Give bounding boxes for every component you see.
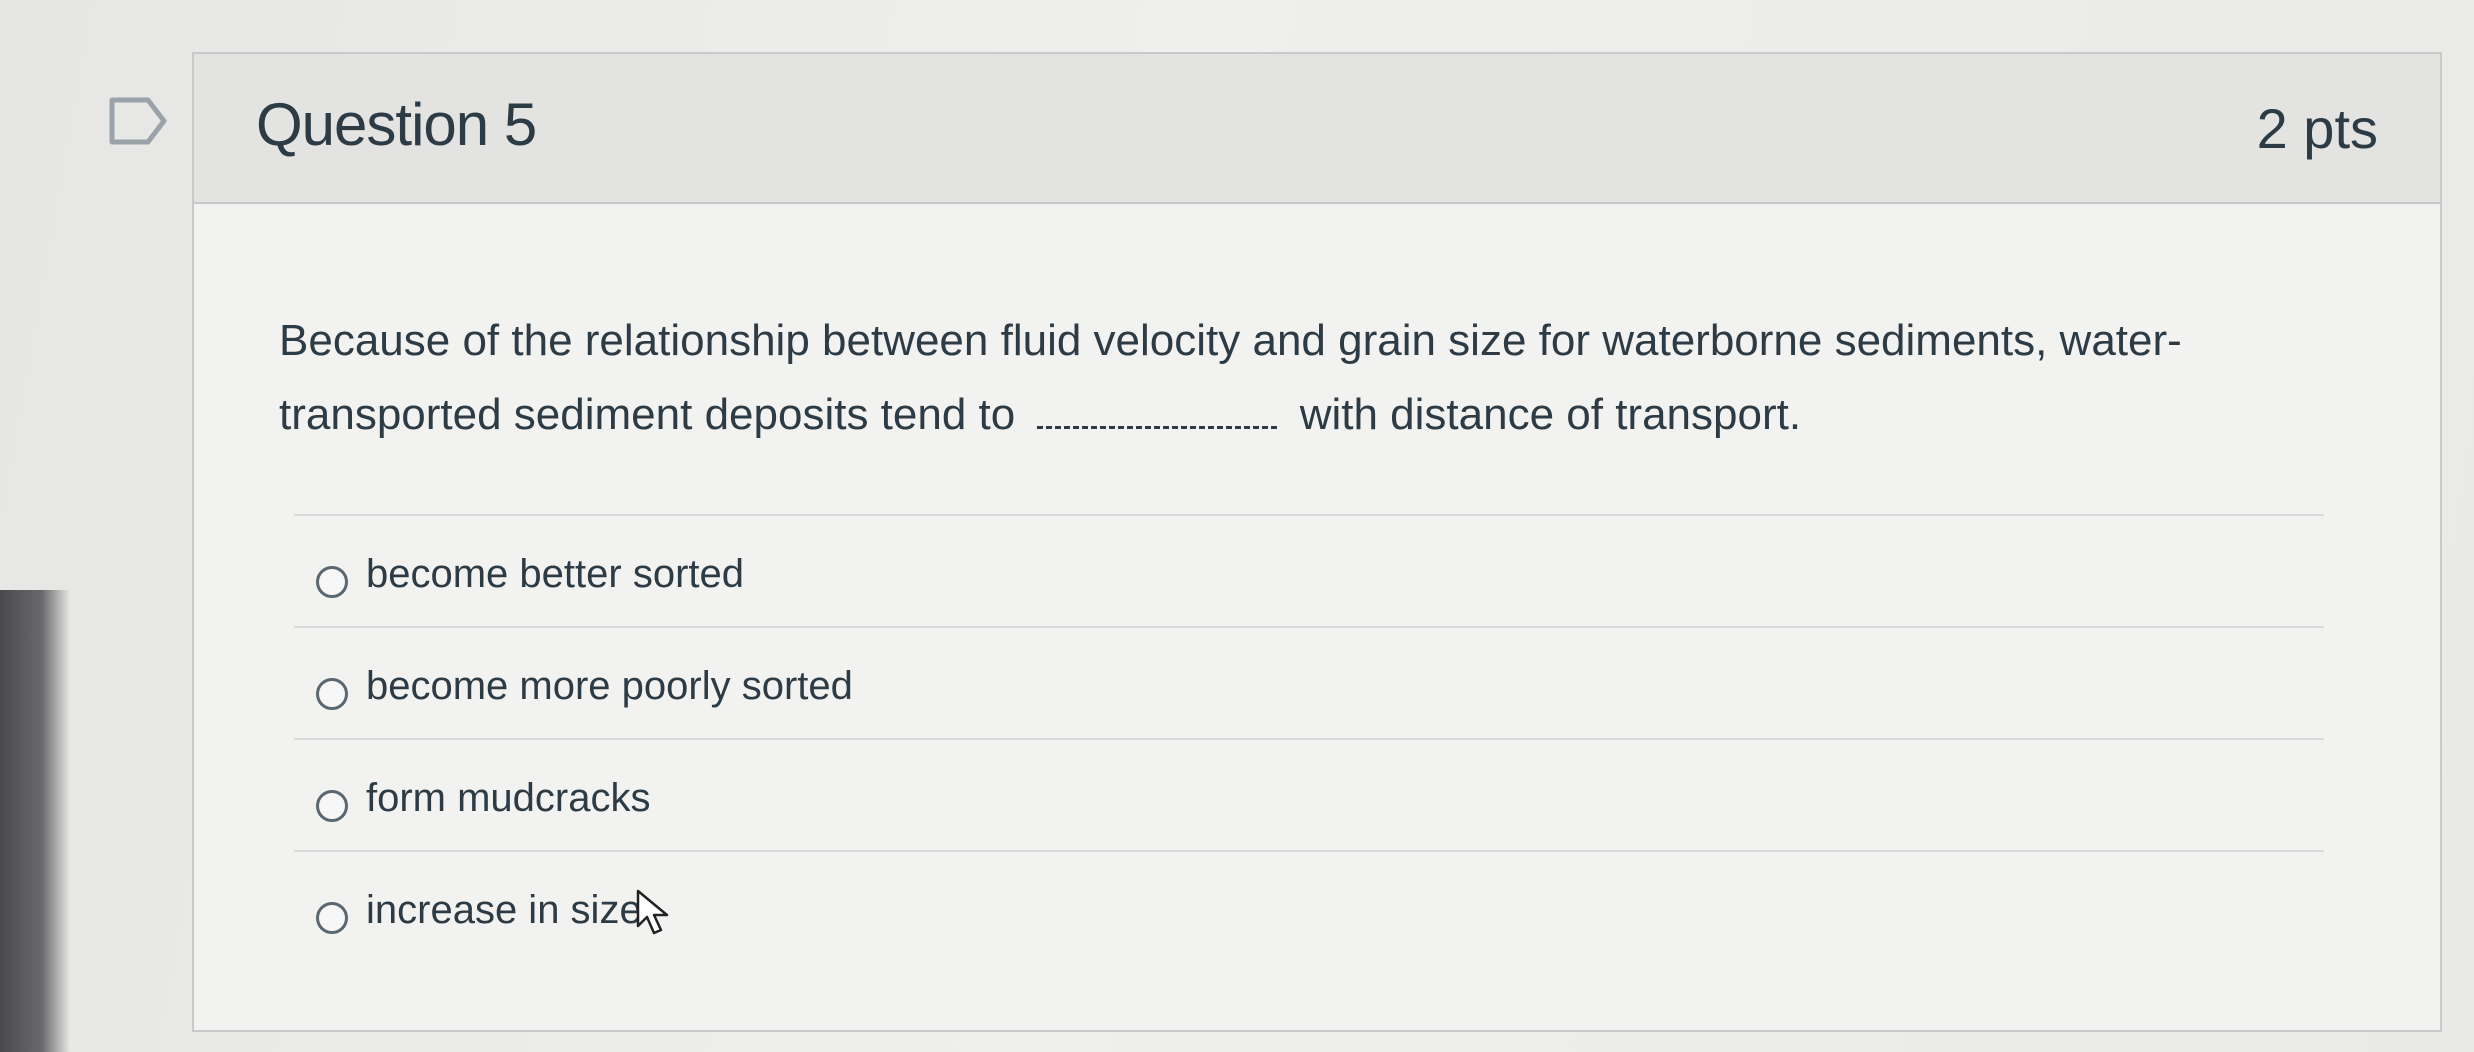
answer-label[interactable]: become more poorly sorted	[366, 664, 853, 709]
fill-in-blank	[1037, 416, 1278, 429]
answer-option[interactable]: form mudcracks	[294, 738, 2324, 850]
answer-label[interactable]: become better sorted	[366, 552, 744, 597]
radio-button-icon[interactable]	[316, 566, 348, 598]
question-text-after-blank: with distance of transport.	[1299, 390, 1802, 439]
radio-button-icon[interactable]	[316, 902, 348, 934]
question-text: Because of the relationship between flui…	[279, 304, 2339, 452]
screen-edge-shadow	[0, 590, 70, 1052]
answer-label[interactable]: form mudcracks	[366, 776, 651, 821]
answer-option[interactable]: become better sorted	[294, 514, 2324, 626]
radio-button-icon[interactable]	[316, 678, 348, 710]
question-card: Question 5 2 pts Because of the relation…	[192, 52, 2442, 1032]
mouse-pointer-icon	[636, 889, 669, 935]
radio-button-icon[interactable]	[316, 790, 348, 822]
answer-option[interactable]: become more poorly sorted	[294, 626, 2324, 738]
question-points: 2 pts	[2256, 97, 2378, 160]
question-header: Question 5 2 pts	[194, 54, 2440, 204]
answer-list: become better sorted become more poorly …	[294, 514, 2324, 962]
quiz-page: Question 5 2 pts Because of the relation…	[0, 0, 2474, 1052]
flag-icon[interactable]	[108, 96, 170, 146]
answer-label[interactable]: increase in size	[366, 888, 642, 933]
answer-option[interactable]: increase in size	[294, 850, 2324, 962]
question-title: Question 5	[256, 91, 537, 158]
